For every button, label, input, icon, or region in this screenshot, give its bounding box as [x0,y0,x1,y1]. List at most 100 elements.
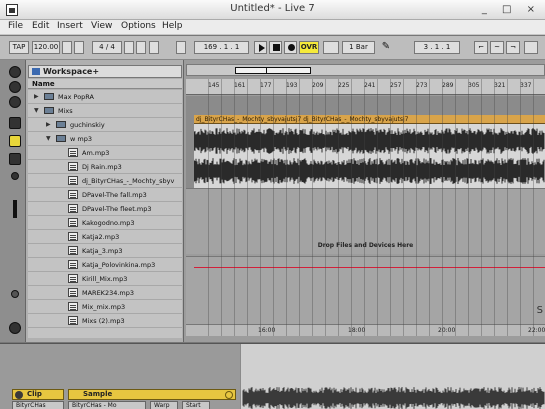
browser-file-row[interactable]: DPavel-The fall.mp3 [28,188,182,202]
ruler-tick-label: 145 [208,82,220,89]
master-volume-envelope[interactable] [194,267,545,268]
beat-ruler[interactable]: 145 161 177 193 209 225 241 257 273 289 305 321 337 [186,79,545,95]
browser-file-row[interactable]: DPavel-The fleet.mp3 [28,202,182,216]
clip-name[interactable]: dj_BityrCHas_-_Mochty_sbyvajutsj7 dj_Bit… [194,115,545,124]
menu-edit[interactable]: Edit [32,21,49,31]
browser-item-label: DPavel-The fleet.mp3 [82,205,152,213]
metronome-button[interactable] [124,41,134,54]
live-devices-icon[interactable] [9,66,21,78]
punch-out-button[interactable]: ¬ [506,41,520,54]
clip-name-field[interactable]: BityrCHas [12,401,64,409]
time-signature-field[interactable]: 4 / 4 [92,41,122,54]
browser-item-label: Mixs (2).mp3 [82,317,125,325]
arrangement-position-icon[interactable] [176,41,186,54]
scroll-marker: S [536,305,543,316]
audio-file-icon [68,302,78,311]
browser-folder-row[interactable]: ▶ guchinskiy [28,118,182,132]
sample-box-header[interactable]: Sample [68,389,236,400]
audio-file-icon [68,190,78,199]
arrangement-overview[interactable] [186,64,545,76]
warp-button[interactable]: Warp [150,401,178,409]
browser-file-row[interactable]: Katja_3.mp3 [28,244,182,258]
window-title: Untitled* - Live 7 [230,3,315,14]
browser-column-header[interactable]: Name [28,79,182,89]
menu-file[interactable]: File [8,21,23,31]
browser-chooser-strip [0,60,26,342]
audio-file-icon [68,274,78,283]
audio-clip-waveform[interactable] [194,124,545,188]
browser-folder-row[interactable]: ▼ w mp3 [28,132,182,146]
menu-help[interactable]: Help [162,21,183,31]
browser-file-row[interactable]: MAREK234.mp3 [28,286,182,300]
nudge-down-button[interactable] [62,41,72,54]
browser-file-row[interactable]: dj_BityrCHas_-_Mochty_sbyv [28,174,182,188]
file-browser-3-icon[interactable] [9,153,21,165]
master-track[interactable]: S [186,256,545,324]
menu-insert[interactable]: Insert [57,21,83,31]
nudge-up-button[interactable] [74,41,84,54]
tempo-field[interactable]: 120.00 [32,41,60,54]
browser-header[interactable]: Workspace+ [28,65,182,78]
audio-file-icon [68,246,78,255]
play-button[interactable] [254,41,267,54]
time-tick-label: 20:00 [438,327,456,334]
overdub-button[interactable]: OVR [299,41,319,54]
sample-toggle-icon[interactable] [225,391,233,399]
audio-file-icon [68,148,78,157]
expand-triangle-icon[interactable]: ▶ [46,121,51,128]
browser-file-row[interactable]: Katja_Polovinkina.mp3 [28,258,182,272]
loop-switch-button[interactable]: ~ [490,41,504,54]
time-ruler[interactable]: 16:00 18:00 20:00 22:00 [186,324,545,336]
browser-file-row[interactable]: Dj Rain.mp3 [28,160,182,174]
browser-folder-row[interactable]: ▶ Max PopRA [28,90,182,104]
pencil-icon[interactable]: ✎ [380,41,392,54]
automation-button[interactable] [323,41,339,54]
plugins-icon[interactable] [9,81,21,93]
collapse-triangle-icon[interactable]: ▼ [46,135,51,142]
browser-item-label: Kirill_Mix.mp3 [82,275,128,283]
clip-activator-icon[interactable] [15,391,23,399]
file-browser-1-icon[interactable] [9,117,21,129]
browser-file-row[interactable]: Am.mp3 [28,146,182,160]
browser-file-row[interactable]: Mix_mix.mp3 [28,300,182,314]
record-button[interactable] [284,41,297,54]
hot-swap-bar[interactable] [13,200,17,218]
browser-file-row[interactable]: Katja2.mp3 [28,230,182,244]
browser-file-row[interactable]: Kirill_Mix.mp3 [28,272,182,286]
follow-button[interactable] [136,41,146,54]
clip-box-header[interactable]: Clip [12,389,64,400]
sample-name-field[interactable]: BityrCHas - Mo [68,401,146,409]
plugins-icon-2[interactable] [9,96,21,108]
stop-button[interactable] [269,41,282,54]
loop-length-field[interactable] [524,41,538,54]
collapse-triangle-icon[interactable]: ▼ [34,107,39,114]
start-marker-button[interactable]: Start [182,401,210,409]
sample-editor-waveform[interactable] [241,344,545,409]
ruler-tick-label: 257 [390,82,402,89]
file-browser-2-icon[interactable] [9,135,21,147]
window-controls[interactable]: _ □ × [482,4,541,15]
hide-browser-icon[interactable] [9,322,21,334]
scroll-handle-icon[interactable] [11,290,19,298]
drop-zone[interactable]: Drop Files and Devices Here [186,188,545,254]
tap-tempo-button[interactable]: TAP [9,41,29,54]
ruler-tick-label: 241 [364,82,376,89]
arrangement-position-field[interactable]: 169 . 1 . 1 [194,41,249,54]
bullet-icon [11,172,19,180]
quantize-button[interactable] [149,41,159,54]
loop-start-field[interactable]: 3 . 1 . 1 [414,41,460,54]
audio-file-icon [68,218,78,227]
menu-options[interactable]: Options [121,21,156,31]
browser-folder-row[interactable]: ▼ Mixs [28,104,182,118]
overview-view-box[interactable] [235,67,311,74]
punch-in-button[interactable]: ⌐ [474,41,488,54]
title-bar: Untitled* - Live 7 _ □ × [0,0,545,20]
expand-triangle-icon[interactable]: ▶ [34,93,39,100]
browser-file-row[interactable]: Mixs (2).mp3 [28,314,182,328]
menu-view[interactable]: View [91,21,112,31]
ruler-tick-label: 161 [234,82,246,89]
time-tick-label: 22:00 [528,327,545,334]
browser-item-label: Katja_3.mp3 [82,247,123,255]
quantize-menu[interactable]: 1 Bar [342,41,375,54]
browser-file-row[interactable]: Kakogodno.mp3 [28,216,182,230]
